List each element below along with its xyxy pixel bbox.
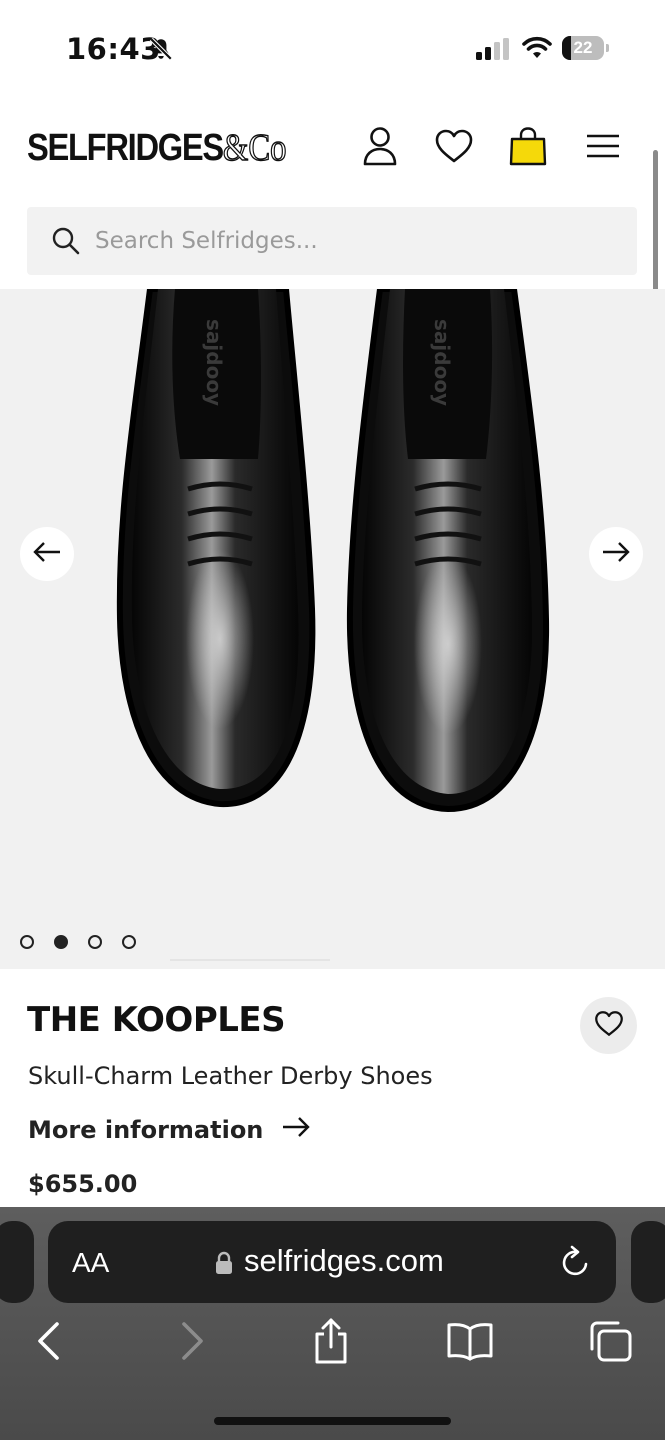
wifi-icon <box>522 36 552 64</box>
tabs-button[interactable] <box>582 1315 638 1371</box>
product-brand[interactable]: THE KOOPLES <box>27 1000 286 1040</box>
share-icon <box>311 1317 351 1369</box>
status-time: 16:43 <box>66 32 161 66</box>
cellular-signal-icon <box>476 38 510 64</box>
right-shoe: sajdooy <box>346 289 550 813</box>
text-size-label: AA <box>72 1247 110 1278</box>
url-text: selfridges.com <box>244 1243 444 1278</box>
pagination-dot[interactable] <box>122 935 136 949</box>
search-bar[interactable] <box>27 207 637 275</box>
pagination-dot[interactable] <box>20 935 34 949</box>
shopping-bag-icon <box>508 126 548 170</box>
more-information-label: More information <box>28 1116 264 1144</box>
gallery-pagination <box>20 935 136 949</box>
silent-mode-icon <box>148 36 174 66</box>
arrow-right-icon <box>601 541 631 567</box>
back-button[interactable] <box>20 1315 76 1371</box>
search-icon <box>51 226 81 256</box>
shopping-bag-button[interactable] <box>506 126 550 170</box>
product-price: $655.00 <box>28 1170 138 1198</box>
right-insole-text: sajdooy <box>430 319 454 406</box>
share-button[interactable] <box>303 1315 359 1371</box>
product-name: Skull-Charm Leather Derby Shoes <box>28 1062 433 1090</box>
menu-icon <box>585 133 621 163</box>
next-image-button[interactable] <box>589 527 643 581</box>
previous-image-button[interactable] <box>20 527 74 581</box>
reload-icon[interactable] <box>560 1245 592 1283</box>
site-header: SELFRIDGES&Co <box>0 112 665 182</box>
heart-icon <box>594 1010 624 1041</box>
account-button[interactable] <box>358 126 402 170</box>
arrow-right-icon <box>281 1116 311 1144</box>
battery-percent: 22 <box>573 38 593 57</box>
address-bar[interactable]: AA selfridges.com <box>48 1221 616 1303</box>
add-to-wishlist-button[interactable] <box>580 997 637 1054</box>
tabs-icon <box>587 1319 633 1367</box>
battery-icon: 22 <box>562 36 609 60</box>
logo-suffix: &Co <box>222 126 287 169</box>
menu-button[interactable] <box>581 126 625 170</box>
lock-icon <box>214 1251 234 1279</box>
next-tab-peek[interactable] <box>631 1221 665 1303</box>
bookmarks-button[interactable] <box>442 1315 498 1371</box>
text-size-button[interactable]: AA <box>72 1247 109 1279</box>
forward-button[interactable] <box>165 1315 221 1371</box>
product-image: sajdooy sajdooy <box>116 289 550 813</box>
search-input[interactable] <box>95 228 575 254</box>
wishlist-button[interactable] <box>432 126 476 170</box>
left-shoe: sajdooy <box>116 289 316 808</box>
pagination-dot[interactable] <box>54 935 68 949</box>
logo-text: SELFRIDGES <box>27 127 224 169</box>
status-bar: 16:43 22 <box>0 0 665 100</box>
gallery-divider <box>170 959 330 961</box>
home-indicator[interactable] <box>214 1417 451 1425</box>
more-information-link[interactable]: More information <box>28 1116 311 1144</box>
chevron-right-icon <box>180 1321 206 1365</box>
browser-toolbar: AA selfridges.com <box>0 1207 665 1440</box>
arrow-left-icon <box>32 541 62 567</box>
pagination-dot[interactable] <box>88 935 102 949</box>
left-insole-text: sajdooy <box>202 319 226 406</box>
chevron-left-icon <box>35 1321 61 1365</box>
book-icon <box>446 1321 494 1365</box>
heart-icon <box>434 128 474 168</box>
selfridges-logo[interactable]: SELFRIDGES&Co <box>27 126 287 170</box>
previous-tab-peek[interactable] <box>0 1221 34 1303</box>
account-icon <box>362 126 398 170</box>
product-gallery[interactable]: sajdooy sajdooy <box>0 289 665 969</box>
